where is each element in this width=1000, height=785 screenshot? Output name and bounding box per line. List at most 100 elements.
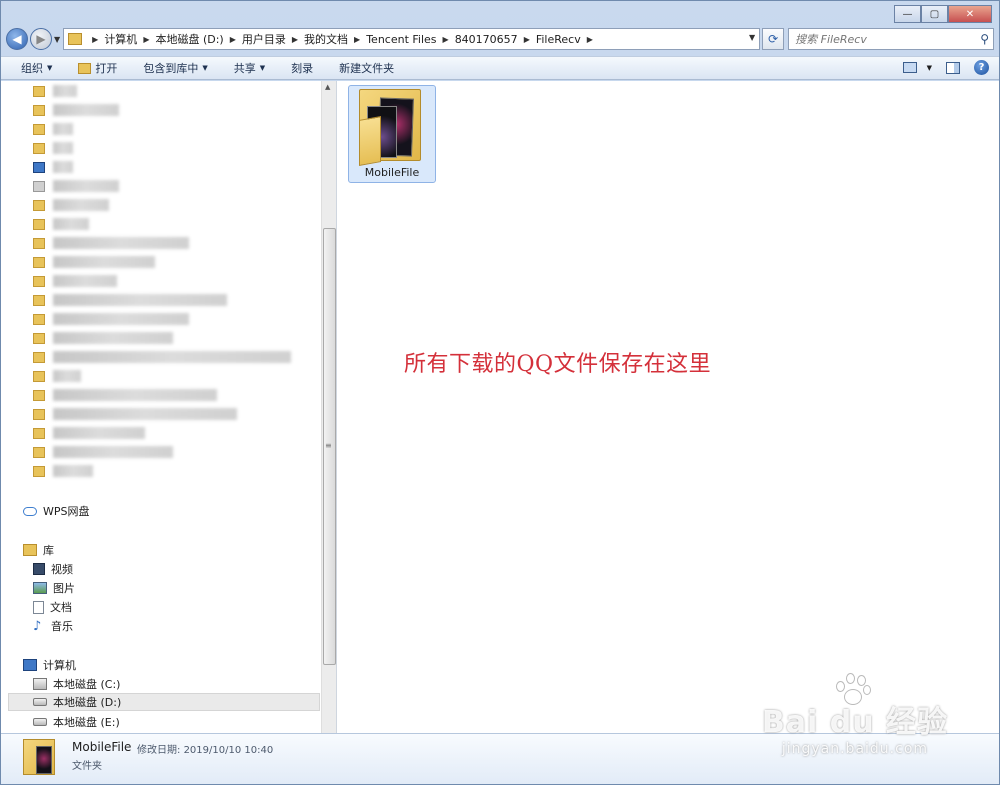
breadcrumb-my-documents[interactable]: 我的文档 (304, 31, 348, 47)
blurred-folder-row[interactable] (33, 122, 73, 136)
chevron-right-icon[interactable]: ▶ (292, 35, 298, 44)
chevron-right-icon[interactable]: ▶ (354, 35, 360, 44)
breadcrumb-filerecv[interactable]: FileRecv (536, 33, 581, 46)
blurred-folder-row[interactable] (33, 274, 117, 288)
blurred-folder-row[interactable] (33, 312, 189, 326)
maximize-button[interactable]: ▢ (921, 5, 948, 23)
folder-icon (33, 389, 45, 401)
nav-item-drive-e[interactable]: 本地磁盘 (E:) (33, 714, 120, 730)
search-input[interactable] (795, 32, 966, 46)
help-icon[interactable]: ? (974, 60, 989, 75)
address-dropdown-icon[interactable]: ▼ (749, 33, 755, 42)
folder-icon (33, 332, 45, 344)
minimize-button[interactable]: — (894, 5, 921, 23)
system-drive-icon (33, 678, 47, 690)
folder-icon (33, 427, 45, 439)
blurred-folder-row[interactable] (33, 293, 227, 307)
burn-button[interactable]: 刻录 (291, 60, 313, 76)
refresh-icon: ⟳ (768, 32, 779, 46)
desktop-icon (33, 161, 45, 173)
nav-item-music[interactable]: ♪ 音乐 (33, 618, 73, 634)
search-icon[interactable]: ⚲ (980, 32, 989, 46)
folder-icon (33, 465, 45, 477)
watermark-url: jingyan.baidu.com (781, 741, 929, 757)
breadcrumb-drive-d[interactable]: 本地磁盘 (D:) (155, 31, 223, 47)
details-type: 文件夹 (72, 761, 102, 772)
drive-icon (33, 698, 47, 706)
refresh-button[interactable]: ⟳ (762, 28, 785, 50)
blurred-folder-row[interactable] (33, 331, 173, 345)
baidu-watermark: Bai du 经验 jingyan.baidu.com (762, 673, 948, 757)
organize-button[interactable]: 组织 ▼ (21, 60, 52, 76)
blurred-folder-row[interactable] (33, 255, 155, 269)
breadcrumb-tencent-files[interactable]: Tencent Files (366, 33, 436, 46)
blurred-folder-row[interactable] (33, 217, 89, 231)
chevron-right-icon[interactable]: ▶ (443, 35, 449, 44)
nav-item-library[interactable]: 库 (23, 542, 54, 558)
blurred-folder-row[interactable] (33, 388, 217, 402)
chevron-right-icon[interactable]: ▶ (230, 35, 236, 44)
drive-icon (33, 718, 47, 726)
nav-item-videos[interactable]: 视频 (33, 561, 73, 577)
blurred-folder-row[interactable] (33, 236, 189, 250)
folder-icon (33, 199, 45, 211)
nav-item-drive-d[interactable]: 本地磁盘 (D:) (8, 693, 320, 711)
breadcrumb-qq-number[interactable]: 840170657 (455, 33, 518, 46)
preview-pane-icon[interactable] (946, 61, 960, 74)
view-icon (902, 62, 917, 73)
file-label: MobileFile (364, 166, 420, 179)
blurred-folder-row[interactable] (33, 445, 173, 459)
blurred-folder-row[interactable] (33, 350, 291, 364)
breadcrumb-user-dir[interactable]: 用户目录 (242, 31, 286, 47)
scroll-up-icon[interactable]: ▲ (325, 83, 330, 91)
blurred-folder-row[interactable] (33, 198, 109, 212)
nav-item-drive-c[interactable]: 本地磁盘 (C:) (33, 676, 120, 692)
change-view-button[interactable]: ▼ (902, 62, 932, 73)
blurred-folder-row[interactable] (33, 407, 237, 421)
folder-icon (33, 294, 45, 306)
blurred-folder-row[interactable] (33, 160, 73, 174)
nav-scrollbar[interactable]: ▲ ≡ (321, 81, 336, 733)
close-button[interactable]: ✕ (948, 5, 992, 23)
file-list: MobileFile (337, 81, 999, 733)
chevron-down-icon: ▼ (259, 64, 266, 72)
blurred-folder-row[interactable] (33, 369, 81, 383)
search-box: ⚲ (788, 28, 994, 50)
folder-item-mobilefile[interactable]: MobileFile (348, 85, 436, 183)
nav-item-pictures[interactable]: 图片 (33, 580, 75, 596)
picture-icon (33, 582, 47, 594)
folder-icon (33, 85, 45, 97)
address-bar[interactable]: ▶ 计算机 ▶ 本地磁盘 (D:) ▶ 用户目录 ▶ 我的文档 ▶ Tencen… (63, 28, 761, 50)
blurred-folder-row[interactable] (33, 464, 93, 478)
nav-item-wps[interactable]: WPS网盘 (23, 503, 90, 519)
nav-item-documents[interactable]: 文档 (33, 599, 72, 615)
chevron-right-icon[interactable]: ▶ (524, 35, 530, 44)
paw-icon (832, 671, 872, 707)
open-button[interactable]: 打开 (78, 60, 117, 76)
folder-icon (33, 237, 45, 249)
include-in-library-button[interactable]: 包含到库中 ▼ (143, 60, 207, 76)
music-icon: ♪ (33, 618, 42, 634)
recent-pages-dropdown[interactable]: ▼ (54, 35, 60, 44)
folder-icon (33, 313, 45, 325)
share-button[interactable]: 共享 ▼ (234, 60, 265, 76)
arrow-left-icon: ◀ (12, 32, 22, 46)
blurred-folder-row[interactable] (33, 141, 73, 155)
folder-icon (33, 351, 45, 363)
chevron-down-icon: ▼ (47, 64, 53, 72)
forward-button[interactable]: ▶ (30, 28, 52, 50)
blurred-folder-row[interactable] (33, 103, 119, 117)
breadcrumb-computer[interactable]: 计算机 (104, 31, 137, 47)
blurred-folder-row[interactable] (33, 179, 119, 193)
new-folder-button[interactable]: 新建文件夹 (339, 60, 394, 76)
back-button[interactable]: ◀ (6, 28, 28, 50)
chevron-right-icon[interactable]: ▶ (587, 35, 593, 44)
chevron-right-icon[interactable]: ▶ (143, 35, 149, 44)
blurred-folder-row[interactable] (33, 84, 77, 98)
nav-item-computer[interactable]: 计算机 (23, 657, 76, 673)
blurred-folder-row[interactable] (33, 426, 145, 440)
arrow-right-icon: ▶ (36, 32, 46, 46)
chevron-right-icon[interactable]: ▶ (92, 35, 98, 44)
computer-icon (23, 659, 37, 671)
library-icon (23, 544, 37, 556)
